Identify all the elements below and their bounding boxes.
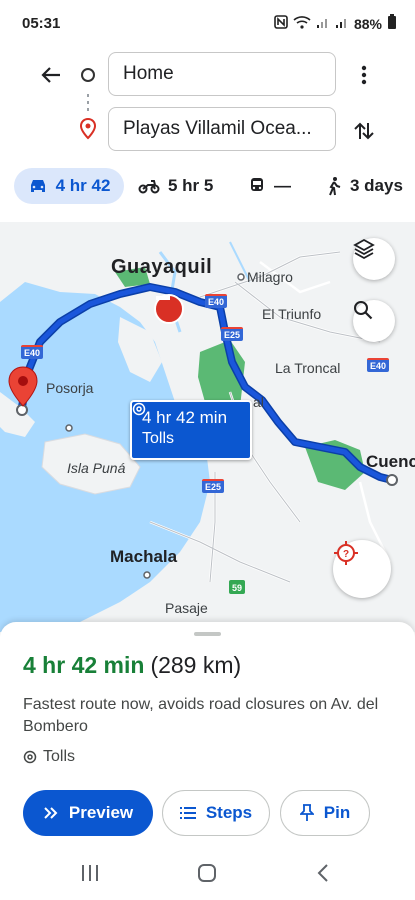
city-marker-posorja bbox=[65, 424, 73, 432]
route-dots bbox=[87, 94, 89, 114]
recent-apps-button[interactable] bbox=[75, 860, 105, 886]
more-vert-icon bbox=[361, 65, 367, 85]
recents-icon bbox=[82, 865, 98, 881]
origin-marker[interactable] bbox=[386, 474, 398, 486]
map-pin-icon bbox=[8, 366, 38, 407]
highway-shield-e40: E40 bbox=[205, 294, 228, 308]
map-view[interactable]: Guayaquil Milagro El Triunfo La Troncal … bbox=[0, 222, 415, 632]
destination-input[interactable]: Playas Villamil Ocea... bbox=[108, 107, 336, 151]
mode-transit[interactable]: — bbox=[248, 168, 291, 204]
system-nav-bar bbox=[0, 848, 415, 900]
walking-icon bbox=[329, 177, 341, 196]
route-time-callout[interactable]: 4 hr 42 min Tolls bbox=[130, 400, 252, 460]
preview-button[interactable]: Preview bbox=[23, 790, 153, 836]
steps-button[interactable]: Steps bbox=[162, 790, 270, 836]
label-isla-puna: Isla Puná bbox=[67, 460, 126, 476]
label-cuenca: Cuenc bbox=[366, 452, 415, 471]
label-guayaquil: Guayaquil bbox=[111, 256, 213, 278]
destination-pin-icon bbox=[79, 117, 97, 145]
chevron-left-icon bbox=[317, 864, 328, 882]
system-back-button[interactable] bbox=[308, 860, 338, 886]
my-location-button[interactable]: ? bbox=[333, 540, 391, 598]
road-closure-marker[interactable] bbox=[154, 294, 184, 324]
travel-mode-bar: 4 hr 42 5 hr 5 — 3 days bbox=[0, 164, 415, 208]
mode-motorcycle-label: 5 hr 5 bbox=[168, 176, 214, 195]
route-summary: 4 hr 42 min (289 km) bbox=[23, 652, 241, 679]
highway-shield-e40: E40 bbox=[367, 358, 390, 372]
swap-vert-icon bbox=[354, 122, 374, 140]
pin-label: Pin bbox=[323, 803, 351, 822]
steps-label: Steps bbox=[205, 803, 253, 822]
highway-shield-e25: E25 bbox=[221, 327, 244, 341]
layers-icon bbox=[353, 238, 375, 260]
callout-tolls: Tolls bbox=[132, 402, 240, 448]
mode-drive[interactable]: 4 hr 42 bbox=[14, 168, 124, 204]
mode-motorcycle[interactable]: 5 hr 5 bbox=[138, 168, 213, 204]
callout-tolls-label: Tolls bbox=[142, 430, 175, 447]
label-pasaje: Pasaje bbox=[165, 600, 208, 616]
origin-circle-icon bbox=[81, 68, 95, 82]
sheet-drag-handle[interactable] bbox=[194, 632, 221, 636]
location-unknown-icon: ? bbox=[334, 541, 358, 565]
more-options-button[interactable] bbox=[352, 60, 376, 90]
preview-label: Preview bbox=[68, 803, 134, 822]
list-icon bbox=[179, 807, 196, 819]
tolls-label: Tolls bbox=[43, 748, 76, 765]
status-bar: 05:31 88% bbox=[0, 0, 415, 46]
origin-input[interactable]: Home bbox=[108, 52, 336, 96]
car-icon bbox=[30, 180, 45, 192]
mode-walk-label: 3 days bbox=[350, 176, 403, 195]
swap-button[interactable] bbox=[350, 116, 378, 146]
label-partial: al bbox=[253, 394, 264, 410]
label-la-troncal: La Troncal bbox=[275, 360, 341, 376]
label-el-triunfo: El Triunfo bbox=[262, 306, 322, 322]
layers-button[interactable] bbox=[353, 238, 395, 280]
status-icons: 88% bbox=[274, 14, 397, 33]
city-marker-machala bbox=[143, 571, 151, 579]
route-duration: 4 hr 42 min bbox=[23, 652, 145, 678]
nfc-icon bbox=[274, 15, 288, 32]
home-icon bbox=[198, 864, 216, 882]
route-distance: (289 km) bbox=[150, 652, 242, 678]
motorcycle-icon bbox=[138, 180, 160, 194]
toll-icon bbox=[132, 402, 146, 416]
highway-shield-e40: E40 bbox=[21, 345, 44, 359]
city-marker-milagro bbox=[237, 273, 245, 281]
pin-button[interactable]: Pin bbox=[280, 790, 370, 836]
status-time: 05:31 bbox=[22, 15, 61, 32]
directions-header: Home Playas Villamil Ocea... bbox=[0, 46, 415, 158]
label-milagro: Milagro bbox=[247, 269, 293, 285]
back-button[interactable] bbox=[36, 60, 66, 90]
wifi-icon bbox=[293, 15, 311, 32]
no-entry-icon bbox=[156, 296, 170, 300]
search-icon bbox=[354, 301, 373, 320]
battery-level: 88% bbox=[353, 15, 382, 32]
mode-transit-label: — bbox=[274, 176, 291, 195]
callout-duration: 4 hr 42 min bbox=[142, 408, 228, 427]
highway-shield-e25: E25 bbox=[202, 479, 225, 493]
map-search-button[interactable] bbox=[353, 300, 395, 342]
train-icon bbox=[251, 178, 263, 191]
signal-icon bbox=[335, 15, 349, 32]
mode-walk[interactable]: 3 days bbox=[326, 168, 403, 204]
highway-shield-59: 59 bbox=[229, 580, 246, 594]
label-posorja: Posorja bbox=[46, 380, 94, 396]
double-chevron-icon bbox=[44, 807, 58, 819]
signal-icon bbox=[316, 15, 330, 32]
home-button[interactable] bbox=[192, 860, 222, 886]
label-machala: Machala bbox=[110, 547, 178, 566]
toll-icon bbox=[23, 750, 37, 764]
battery-icon bbox=[387, 14, 397, 33]
route-description: Fastest route now, avoids road closures … bbox=[23, 696, 379, 735]
mode-drive-label: 4 hr 42 bbox=[55, 176, 111, 195]
tolls-info: Tolls bbox=[23, 748, 75, 766]
svg-text:?: ? bbox=[343, 549, 349, 560]
pushpin-icon bbox=[299, 804, 314, 821]
back-arrow-icon bbox=[41, 67, 60, 83]
action-buttons: Preview Steps Pin bbox=[23, 790, 403, 836]
